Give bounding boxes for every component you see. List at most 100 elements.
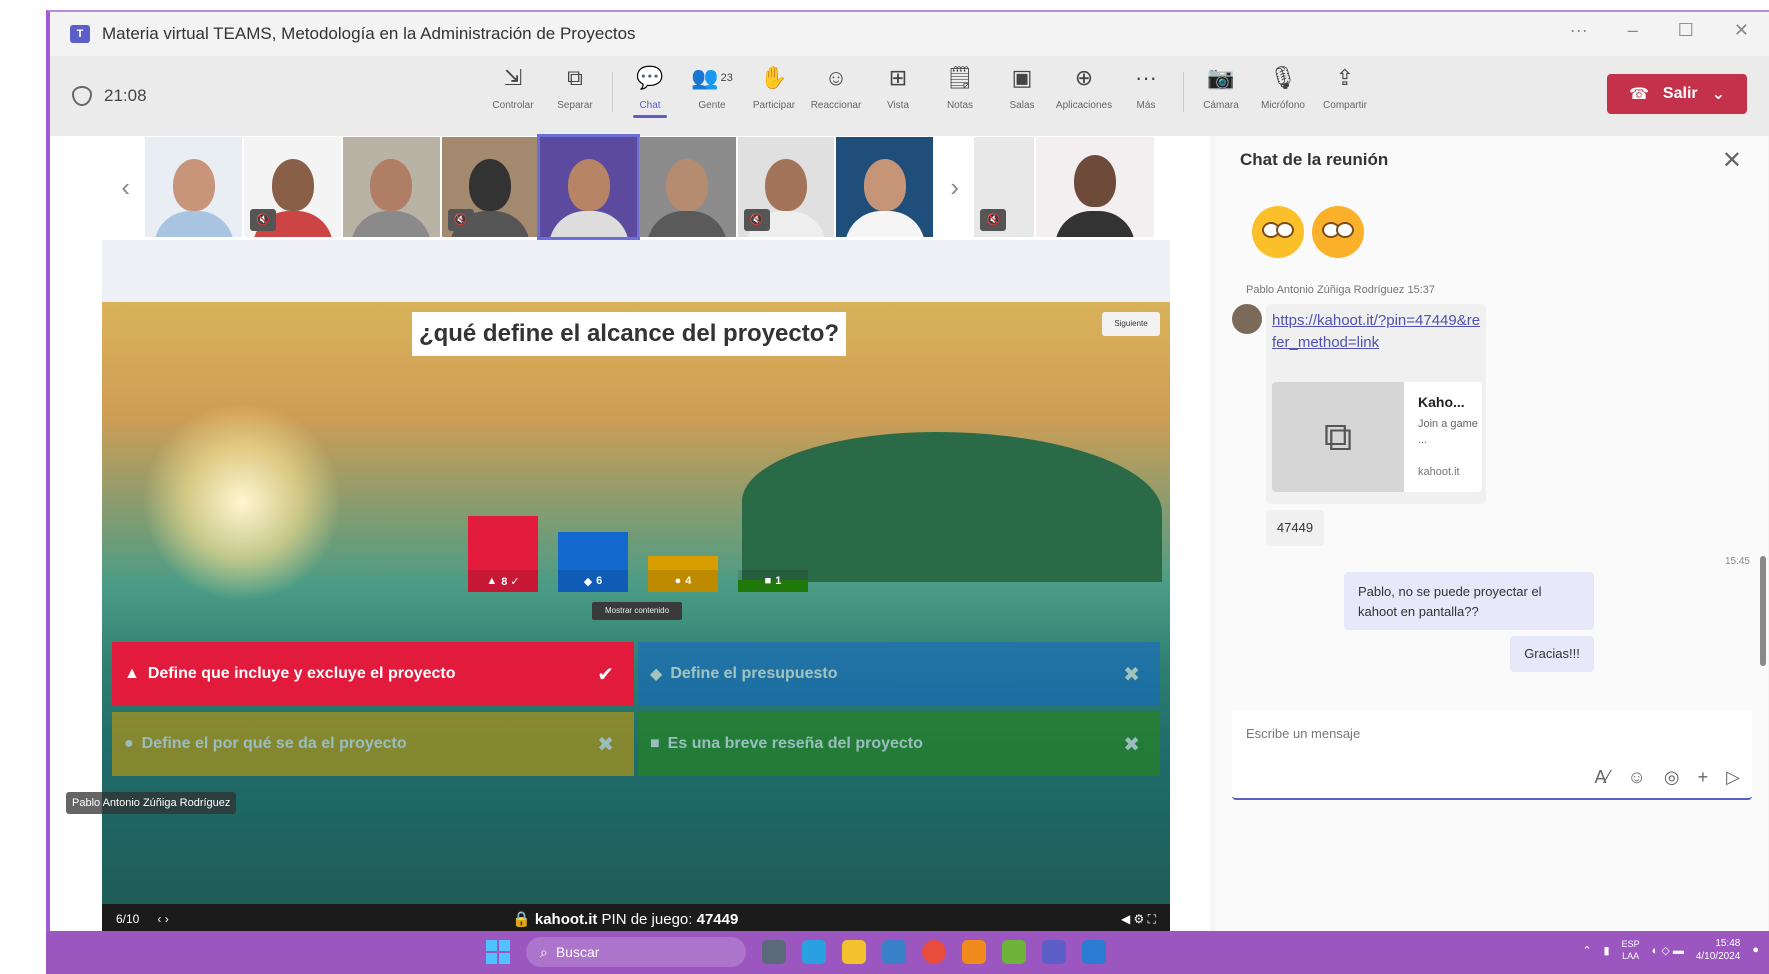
notes-icon: 🗒 <box>946 65 974 90</box>
tool-salas-button[interactable]: ▣ Salas <box>991 64 1053 118</box>
participant-tile[interactable]: 🔇 <box>441 137 539 237</box>
close-window-button[interactable]: ✕ <box>1734 20 1749 41</box>
tool-gente-button[interactable]: 👥 23 Gente <box>681 64 743 118</box>
tool-aplicaciones-button[interactable]: ⊕ Aplicaciones <box>1053 64 1115 118</box>
kahoot-next-button[interactable]: Siguiente <box>1102 312 1160 336</box>
tool-label: Aplicaciones <box>1055 100 1113 111</box>
participant-tile[interactable] <box>1035 137 1155 237</box>
minimize-button[interactable]: – <box>1628 20 1638 41</box>
loop-icon[interactable]: ◎ <box>1664 767 1680 788</box>
people-count: 23 <box>720 72 733 84</box>
control-icon: ⇲ <box>503 65 523 90</box>
kahoot-controls-icon[interactable]: ◀ ⚙ ⛶ <box>1121 912 1156 927</box>
close-icon[interactable]: ✕ <box>1722 146 1742 175</box>
bar-count-value: 6 <box>596 575 603 587</box>
teams-logo-icon: T <box>70 25 90 43</box>
shared-browser-bar <box>102 240 1170 302</box>
my-message: Pablo, no se puede proyectar el kahoot e… <box>1344 572 1594 630</box>
taskview-icon[interactable] <box>762 940 786 964</box>
avatar[interactable] <box>1232 304 1262 334</box>
tool-label: Participar <box>752 100 796 111</box>
kahoot-question: ¿qué define el alcance del proyecto? <box>412 312 846 356</box>
pin-value: 47449 <box>696 911 739 928</box>
clock-date[interactable]: 15:48 4/10/2024 <box>1696 937 1741 963</box>
strip-prev-button[interactable]: ‹ <box>106 172 145 203</box>
emoji-icon[interactable]: ☺ <box>1628 767 1646 788</box>
tool-label: Reaccionar <box>810 100 862 111</box>
tool-vista-button[interactable]: ⊞ Vista <box>867 64 929 118</box>
leave-button[interactable]: ☎ Salir ⌄ <box>1607 74 1747 114</box>
answer-text: Es una breve reseña del proyecto <box>667 735 923 752</box>
raise-hand-icon: ✋ <box>760 65 788 90</box>
send-icon[interactable]: ▷ <box>1726 767 1740 788</box>
windows-start-icon[interactable] <box>486 940 510 964</box>
plus-icon[interactable]: + <box>1698 767 1709 788</box>
app-icon[interactable] <box>1002 940 1026 964</box>
link-message: https://kahoot.it/?pin=47449&refer_metho… <box>1266 304 1486 504</box>
edge-icon[interactable] <box>802 940 826 964</box>
answer-option: ▲ Define que incluye y excluye el proyect… <box>112 642 634 706</box>
answer-option: ● Define el por qué se da el proyecto ✖ <box>112 712 634 776</box>
kahoot-pin-line: 🔒 kahoot.it PIN de juego: 47449 <box>512 910 738 928</box>
show-content-button[interactable]: Mostrar contenido <box>592 602 682 620</box>
participant-tile[interactable] <box>638 137 736 237</box>
participant-tile[interactable]: 🔇 <box>244 137 341 237</box>
participant-tile[interactable] <box>836 137 933 237</box>
tool-label: Compartir <box>1323 100 1367 111</box>
sun-graphic <box>142 402 342 602</box>
chevron-down-icon[interactable]: ⌄ <box>1712 84 1725 104</box>
strip-next-button[interactable]: › <box>935 172 974 203</box>
rooms-icon: ▣ <box>1011 65 1033 90</box>
word-icon[interactable] <box>1082 940 1106 964</box>
tray-app-icon[interactable]: ▮ <box>1604 944 1610 957</box>
tool-participar-button[interactable]: ✋ Participar <box>743 64 805 118</box>
camera-off-icon: 📷 <box>1207 65 1235 90</box>
tool-controlar-button[interactable]: ⇲ Controlar <box>482 64 544 118</box>
kahoot-link[interactable]: https://kahoot.it/?pin=47449&refer_metho… <box>1272 310 1482 354</box>
participant-tile[interactable]: 🔇 <box>974 137 1034 237</box>
tool-label: Más <box>1136 100 1156 111</box>
sender-name: Pablo Antonio Zúñiga Rodríguez <box>1246 284 1405 296</box>
answer-text: Define que incluye y excluye el proyecto <box>147 665 456 682</box>
message-sender: Pablo Antonio Zúñiga Rodríguez 15:37 <box>1246 284 1435 296</box>
network-icon[interactable]: ◐ ◇ ▬ <box>1652 944 1684 957</box>
tool-mas-button[interactable]: ··· Más <box>1115 64 1177 118</box>
mic-muted-icon: 🔇 <box>980 209 1007 231</box>
tool-reaccionar-button[interactable]: ☺ Reaccionar <box>805 64 867 118</box>
apps-icon: ⊕ <box>1074 65 1094 90</box>
tool-chat-button[interactable]: 💬 Chat <box>619 64 681 118</box>
tool-compartir-button[interactable]: ⇪ Compartir <box>1314 64 1376 118</box>
chevron-up-icon[interactable]: ⌃ <box>1582 944 1591 957</box>
notification-icon[interactable]: ● <box>1752 944 1759 956</box>
teams-icon[interactable] <box>1042 940 1066 964</box>
tool-notas-button[interactable]: 🗒 Notas <box>929 64 991 118</box>
participant-tile[interactable] <box>342 137 440 237</box>
tool-microfono-button[interactable]: 🎙 Micrófono <box>1252 64 1314 118</box>
kahoot-answers: ▲ Define que incluye y excluye el proyect… <box>112 642 1162 780</box>
tool-camara-button[interactable]: 📷 Cámara <box>1190 64 1252 118</box>
firefox-icon[interactable] <box>962 940 986 964</box>
answer-bar-count: ● 4 <box>648 570 718 592</box>
chrome-icon[interactable] <box>922 940 946 964</box>
tool-label: Salas <box>1009 100 1035 111</box>
chat-scrollbar[interactable] <box>1760 556 1766 666</box>
language-indicator[interactable]: ESP LAA <box>1622 938 1640 962</box>
participant-tile[interactable]: 🔇 <box>737 137 835 237</box>
link-preview-card[interactable]: ⧉ Kaho... Join a game ... kahoot.it <box>1272 382 1482 492</box>
store-icon[interactable] <box>882 940 906 964</box>
meeting-controls: ⇲ Controlar ⧉ Separar 💬 Chat 👥 23 Gente ✋ Particip… <box>482 64 1376 118</box>
prev-next-icons[interactable]: ‹ › <box>157 912 168 926</box>
more-window-icon[interactable]: ··· <box>1570 20 1588 41</box>
chat-icon: 💬 <box>636 65 664 90</box>
taskbar-search[interactable]: ⌕ Buscar <box>526 937 746 967</box>
compose-box[interactable]: Escribe un mensaje A⁄ ☺ ◎ + ▷ <box>1232 710 1752 800</box>
answer-shape-icon: ▲ <box>124 665 140 682</box>
answer-bar-count: ◆ 6 <box>558 570 628 592</box>
lock-icon: 🔒 <box>512 911 531 928</box>
format-icon[interactable]: A⁄ <box>1595 767 1610 788</box>
participant-tile[interactable] <box>145 137 243 237</box>
tool-separar-button[interactable]: ⧉ Separar <box>544 64 606 118</box>
file-explorer-icon[interactable] <box>842 940 866 964</box>
maximize-button[interactable]: ☐ <box>1678 20 1694 41</box>
participant-tile-active[interactable] <box>537 134 640 240</box>
